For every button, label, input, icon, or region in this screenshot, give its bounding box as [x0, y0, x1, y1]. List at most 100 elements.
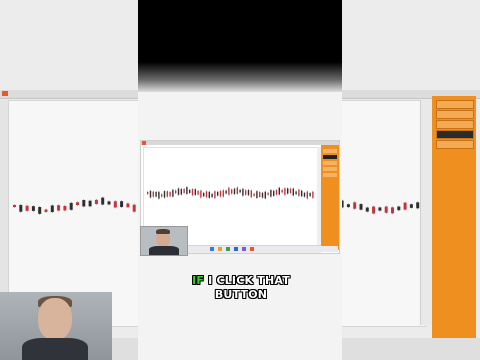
candle [295, 191, 297, 195]
candle [152, 191, 154, 197]
taskbar-app-icon[interactable] [218, 247, 222, 251]
presenter-body [149, 246, 179, 255]
candle [233, 188, 236, 195]
order-panel-button[interactable] [323, 149, 337, 153]
candle [289, 188, 292, 194]
candle [113, 201, 117, 208]
candle [275, 190, 278, 195]
candle [177, 188, 180, 195]
candle [132, 204, 136, 212]
candle [301, 190, 303, 197]
taskbar-app-icon[interactable] [250, 247, 254, 251]
candle [273, 190, 275, 196]
candle [180, 188, 182, 195]
candle [147, 192, 149, 194]
order-panel-button[interactable] [323, 155, 337, 159]
candle [397, 206, 401, 211]
candle [203, 192, 205, 197]
candle [161, 194, 163, 197]
caption-highlight: IF [192, 274, 205, 287]
taskbar-app-icon[interactable] [242, 247, 246, 251]
candle [267, 192, 269, 195]
candle [281, 189, 283, 193]
windows-start-icon[interactable] [210, 247, 214, 251]
candle [278, 187, 280, 195]
order-panel-button[interactable] [323, 161, 337, 165]
candle [191, 189, 194, 196]
candle [378, 207, 382, 211]
video-dark-gradient [138, 62, 342, 92]
candle [287, 188, 289, 194]
candle [189, 189, 191, 194]
candle [228, 187, 230, 195]
candle [44, 209, 48, 212]
candle [13, 205, 16, 207]
candle [247, 189, 250, 196]
candle [57, 205, 61, 211]
presenter-hair [156, 229, 170, 234]
order-panel-button[interactable] [323, 167, 337, 171]
candle [172, 189, 174, 197]
candle [169, 191, 171, 197]
candle [259, 192, 261, 197]
order-panel-button[interactable] [436, 140, 474, 149]
webcam-overlay-small [140, 226, 188, 256]
candle [200, 190, 202, 198]
candle [101, 197, 105, 205]
candle [175, 190, 177, 194]
candle [242, 188, 244, 196]
candle [312, 191, 314, 198]
order-panel-button[interactable] [436, 110, 474, 119]
candle [391, 207, 394, 214]
candle [149, 190, 152, 198]
taskbar-app-icon[interactable] [226, 247, 230, 251]
candle [19, 204, 23, 212]
candle [353, 202, 357, 209]
candle [120, 201, 124, 208]
candle [186, 187, 188, 195]
candle [211, 193, 213, 198]
caption-line2: BUTTON [214, 288, 268, 301]
candle [346, 204, 350, 208]
candle [250, 190, 252, 198]
candle [69, 202, 73, 210]
candle [225, 190, 227, 194]
video-caption: IF I CLICK THAT BUTTON [186, 274, 296, 302]
candle [264, 191, 266, 199]
candle [231, 189, 233, 194]
order-panel-button[interactable] [436, 130, 474, 139]
candle [365, 207, 369, 212]
foreground-red-tab[interactable] [142, 141, 146, 145]
candle [270, 189, 272, 197]
candle [217, 191, 219, 196]
order-panel-button[interactable] [436, 100, 474, 109]
webcam-overlay-large [0, 292, 112, 360]
candle [384, 206, 388, 213]
candle [63, 205, 67, 211]
presenter-head [38, 298, 72, 340]
candle [409, 204, 413, 208]
candle [82, 200, 86, 207]
candle [205, 191, 208, 198]
caption-line1: I CLICK THAT [204, 274, 290, 287]
background-red-tab[interactable] [2, 91, 8, 96]
candle [298, 189, 300, 196]
taskbar-app-icon[interactable] [234, 247, 238, 251]
candle [50, 205, 54, 213]
candle [126, 203, 130, 208]
order-panel-button[interactable] [323, 173, 337, 177]
candle [183, 188, 185, 194]
candle [107, 201, 111, 205]
candle [261, 192, 264, 198]
presenter-body [22, 338, 88, 360]
foreground-titlebar [141, 141, 339, 145]
candle [155, 191, 157, 197]
candle [306, 191, 308, 199]
background-order-panel [432, 96, 476, 346]
candle [94, 199, 98, 204]
candle [208, 191, 210, 198]
order-panel-button[interactable] [436, 120, 474, 129]
candle [76, 202, 79, 206]
candle [219, 190, 222, 197]
candle [163, 191, 166, 198]
